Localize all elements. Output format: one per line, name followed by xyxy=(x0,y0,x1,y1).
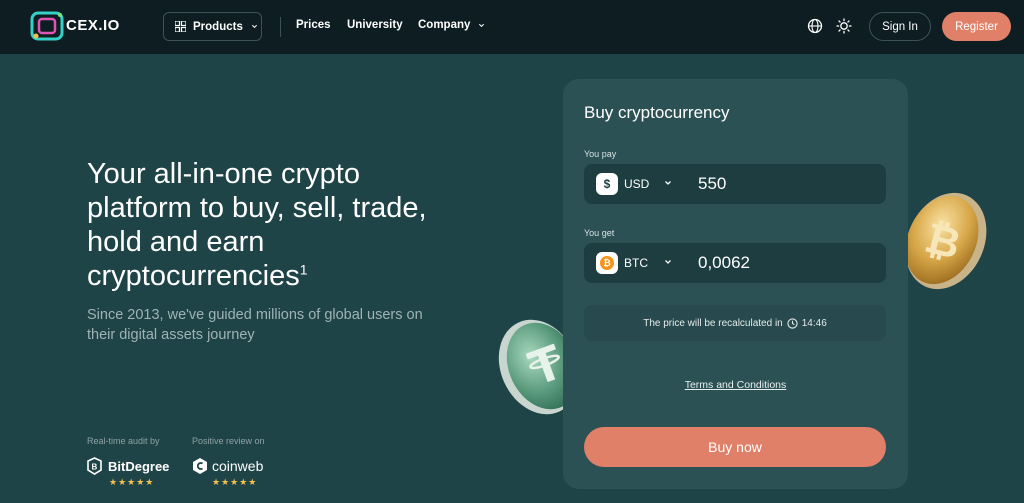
bitdegree-name: BitDegree xyxy=(108,458,170,474)
top-navbar: CEX.IO Products Prices University Compan… xyxy=(0,0,1024,54)
nav-company[interactable]: Company xyxy=(418,19,485,31)
hero-title-text: Your all-in-one crypto platform to buy, … xyxy=(87,158,427,292)
bitdegree-logo-icon: B xyxy=(87,457,102,475)
bitdegree-badge[interactable]: B BitDegree ★★★★★ xyxy=(87,457,169,493)
price-recalc-notice: The price will be recalculated in 14:46 xyxy=(584,305,886,341)
hero-title: Your all-in-one crypto platform to buy, … xyxy=(87,157,427,293)
terms-link[interactable]: Terms and Conditions xyxy=(563,379,908,391)
svg-text:B: B xyxy=(92,463,98,472)
chevron-down-icon[interactable] xyxy=(664,258,672,266)
card-title: Buy cryptocurrency xyxy=(584,103,730,122)
nav-divider xyxy=(280,17,281,37)
chevron-down-icon[interactable] xyxy=(664,179,672,187)
sign-in-button[interactable]: Sign In xyxy=(869,12,931,41)
nav-prices-label: Prices xyxy=(296,19,331,31)
you-get-field: ₿ BTC 0,0062 xyxy=(584,243,886,283)
get-currency-select[interactable]: BTC xyxy=(624,256,648,270)
grid-icon xyxy=(175,21,186,32)
pay-amount-input[interactable]: 550 xyxy=(698,174,868,194)
buy-crypto-card: Buy cryptocurrency You pay $ USD 550 You… xyxy=(563,79,908,489)
btc-icon: ₿ xyxy=(596,252,618,274)
you-pay-label: You pay xyxy=(584,149,617,159)
nav-university-label: University xyxy=(347,19,403,31)
recalc-text: The price will be recalculated in xyxy=(643,317,783,329)
cexio-logo[interactable]: CEX.IO xyxy=(30,10,128,42)
buy-now-button[interactable]: Buy now xyxy=(584,427,886,467)
sun-icon[interactable] xyxy=(836,18,852,34)
nav-prices[interactable]: Prices xyxy=(296,19,331,31)
hero-subtitle: Since 2013, we've guided millions of glo… xyxy=(87,307,423,343)
register-button[interactable]: Register xyxy=(942,12,1011,41)
recalc-timer: 14:46 xyxy=(801,317,827,329)
nav-company-label: Company xyxy=(418,19,471,31)
coinweb-logo-icon xyxy=(193,458,207,474)
coinweb-name: coinweb xyxy=(212,458,264,474)
get-amount-output: 0,0062 xyxy=(698,253,750,272)
coinweb-stars: ★★★★★ xyxy=(212,477,258,487)
coinweb-badge[interactable]: coinweb ★★★★★ xyxy=(192,457,263,493)
logo-text: CEX.IO xyxy=(66,17,120,34)
products-menu-button[interactable]: Products xyxy=(163,12,262,41)
globe-icon[interactable] xyxy=(807,18,823,34)
clock-icon xyxy=(787,317,798,329)
footnote-marker[interactable]: 1 xyxy=(300,261,308,277)
btc-symbol: ₿ xyxy=(600,256,614,270)
you-pay-field: $ USD 550 xyxy=(584,164,886,204)
products-label: Products xyxy=(193,20,243,33)
you-get-label: You get xyxy=(584,228,615,238)
chevron-down-icon xyxy=(251,24,257,29)
usd-icon: $ xyxy=(596,173,618,195)
audit-label: Real-time audit by xyxy=(87,436,160,446)
review-label: Positive review on xyxy=(192,436,265,446)
nav-university[interactable]: University xyxy=(347,19,403,31)
chevron-down-icon xyxy=(479,23,485,27)
pay-currency-select[interactable]: USD xyxy=(624,177,649,191)
bitdegree-stars: ★★★★★ xyxy=(109,477,155,487)
